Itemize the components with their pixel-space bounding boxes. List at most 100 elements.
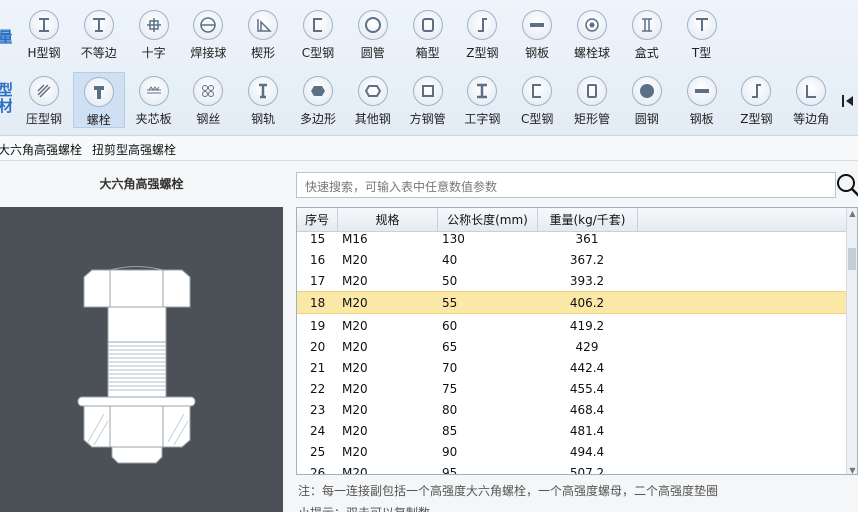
ribbon-row1-tool-8[interactable]: Z型钢 <box>456 6 508 62</box>
column-header-no[interactable]: 序号 <box>297 208 338 232</box>
subtab-hex-bolt[interactable]: 大六角高强螺栓 <box>0 141 82 158</box>
ribbon-row2-tool-7[interactable]: 方钢管 <box>402 72 454 128</box>
ribbon-row2-tool-9[interactable]: C型钢 <box>511 72 563 128</box>
square-tube-icon <box>412 76 443 106</box>
ribbon-row2-tool-3[interactable]: 钢丝 <box>182 72 234 128</box>
copy-hint: 小提示：双击可以复制数 <box>298 504 430 512</box>
table-row[interactable]: 16 M20 40 367.2 <box>297 249 847 270</box>
profiled-steel-icon <box>29 76 59 106</box>
table-row[interactable]: 19 M20 60 419.2 <box>297 315 847 336</box>
ribbon-row1-tool-label: 箱型 <box>415 46 440 60</box>
scroll-down-icon[interactable]: ▼ <box>848 466 857 474</box>
table-scrollbar[interactable]: ▲ ▼ <box>846 208 857 474</box>
unequal-beam-icon <box>83 10 114 40</box>
ribbon-row2-tool-label: 压型钢 <box>25 112 62 126</box>
ribbon-row2-tool-12[interactable]: 钢板 <box>676 72 728 128</box>
ribbon-row2-tool-label: 方钢管 <box>409 112 446 126</box>
box-section-icon <box>412 10 443 40</box>
box-type-icon <box>631 10 662 40</box>
table-row[interactable]: 22 M20 75 455.4 <box>297 378 847 399</box>
steel-plate-icon <box>686 76 717 106</box>
ribbon-row1-tool-label: 钢板 <box>525 46 550 60</box>
ribbon-scroll-left-icon[interactable] <box>840 93 856 109</box>
table-row[interactable]: 20 M20 65 429 <box>297 336 847 357</box>
ribbon-row2-tool-2[interactable]: 夹芯板 <box>128 72 180 128</box>
scrollbar-thumb[interactable] <box>848 248 856 270</box>
cell-w: 419.2 <box>569 318 605 333</box>
ribbon-row1-tool-12[interactable]: T型 <box>676 6 728 62</box>
table-row[interactable]: 23 M20 80 468.4 <box>297 399 847 420</box>
table-body: 15 M16 130 361 16 M20 40 367.2 17 M20 50 393.2 18 M20… <box>297 232 847 475</box>
welded-ball-icon <box>193 10 224 40</box>
wedge-icon <box>248 10 279 40</box>
t-section-icon <box>686 10 717 40</box>
equal-angle-icon <box>796 76 827 106</box>
steel-plate-icon <box>522 10 553 40</box>
cell-len: 90 <box>442 444 458 459</box>
ribbon-row2-tool-label: 圆钢 <box>634 112 659 126</box>
ribbon-row2-tool-label: 多边形 <box>299 112 336 126</box>
cell-spec: M20 <box>342 252 368 267</box>
column-header-weight[interactable]: 重量(kg/千套) <box>538 208 638 232</box>
table-row[interactable]: 21 M20 70 442.4 <box>297 357 847 378</box>
ribbon-row1-tool-1[interactable]: 不等边 <box>73 6 125 62</box>
ribbon-row1-tool-5[interactable]: C型钢 <box>292 6 344 62</box>
ribbon-row2-tool-14[interactable]: 等边角 <box>785 72 837 128</box>
ribbon-row1-tool-9[interactable]: 钢板 <box>511 6 563 62</box>
ribbon-row2-tool-4[interactable]: 钢轨 <box>237 72 289 128</box>
table-row[interactable]: 17 M20 50 393.2 <box>297 270 847 291</box>
cell-spec: M20 <box>342 339 368 354</box>
ribbon-row1-tool-0[interactable]: H型钢 <box>18 6 70 62</box>
search-input[interactable]: 快速搜索，可输入表中任意数值参数 <box>296 172 836 198</box>
table-row[interactable]: 24 M20 85 481.4 <box>297 420 847 441</box>
ribbon-row1-tool-label: C型钢 <box>301 46 335 60</box>
ribbon-row1-tool-label: 螺栓球 <box>573 46 610 60</box>
ribbon-row2-tool-0[interactable]: 压型钢 <box>18 72 70 128</box>
cell-len: 55 <box>442 295 458 310</box>
cell-no: 15 <box>310 232 326 246</box>
c-channel-icon <box>303 10 333 40</box>
cell-len: 50 <box>442 273 458 288</box>
ribbon-row2-tool-label: 矩形管 <box>573 112 610 126</box>
cell-spec: M20 <box>342 381 368 396</box>
ribbon-row1-tool-label: 焊接球 <box>190 46 227 60</box>
ribbon-row2-tool-8[interactable]: 工字钢 <box>456 72 508 128</box>
column-header-spec[interactable]: 规格 <box>338 208 438 232</box>
cell-w: 481.4 <box>569 423 605 438</box>
ribbon-row1-tool-3[interactable]: 焊接球 <box>182 6 234 62</box>
ribbon-row1-tool-2[interactable]: 十字 <box>128 6 180 62</box>
table-row[interactable]: 26 M20 95 507.2 <box>297 462 847 475</box>
ribbon-row1-tool-label: T型 <box>691 46 712 60</box>
ribbon-row1-tool-11[interactable]: 盒式 <box>621 6 673 62</box>
cell-w: 494.4 <box>569 444 605 459</box>
ribbon-row1-tool-4[interactable]: 楔形 <box>237 6 289 62</box>
ribbon-row2-tool-label: C型钢 <box>520 112 554 126</box>
ribbon-row2-tool-label: 其他钢 <box>354 112 391 126</box>
ribbon-row1-tool-6[interactable]: 圆管 <box>347 6 399 62</box>
ribbon-row2-tool-label: 工字钢 <box>464 112 501 126</box>
ribbon-group-label-bottom: 型材 <box>0 82 12 114</box>
cell-spec: M20 <box>342 402 368 417</box>
subtab-torsion-shear-bolt[interactable]: 扭剪型高强螺栓 <box>92 141 176 158</box>
scroll-up-icon[interactable]: ▲ <box>848 209 857 218</box>
table-row-selected[interactable]: 18 M20 55 406.2 <box>297 291 847 314</box>
ribbon-row2-tool-label: Z型钢 <box>740 112 773 126</box>
ribbon-row2-tool-5[interactable]: 多边形 <box>292 72 344 128</box>
ribbon-row2-tool-11[interactable]: 圆钢 <box>621 72 673 128</box>
ribbon-row2-tool-label: 夹芯板 <box>135 112 172 126</box>
ribbon-row2-tool-6[interactable]: 其他钢 <box>347 72 399 128</box>
ribbon-row1-tool-10[interactable]: 螺栓球 <box>566 6 618 62</box>
table-note: 注：每一连接副包括一个高强度大六角螺栓，一个高强度螺母，二个高强度垫圈 <box>298 484 719 498</box>
column-header-length[interactable]: 公称长度(mm) <box>438 208 538 232</box>
ribbon-row1-tool-7[interactable]: 箱型 <box>402 6 454 62</box>
table-row[interactable]: 15 M16 130 361 <box>297 232 847 249</box>
search-icon[interactable] <box>835 171 858 199</box>
ribbon-row1-tool-label: 十字 <box>141 46 166 60</box>
sandwich-panel-icon <box>138 76 169 106</box>
ribbon-row2-tool-label: 等边角 <box>793 112 830 126</box>
ribbon-row2-tool-10[interactable]: 矩形管 <box>566 72 618 128</box>
table-row[interactable]: 25 M20 90 494.4 <box>297 441 847 462</box>
subtab-bar: 大六角高强螺栓 扭剪型高强螺栓 <box>0 137 858 161</box>
ribbon-row2-tool-13[interactable]: Z型钢 <box>730 72 782 128</box>
ribbon-row2-tool-1[interactable]: 螺栓 <box>72 72 125 128</box>
